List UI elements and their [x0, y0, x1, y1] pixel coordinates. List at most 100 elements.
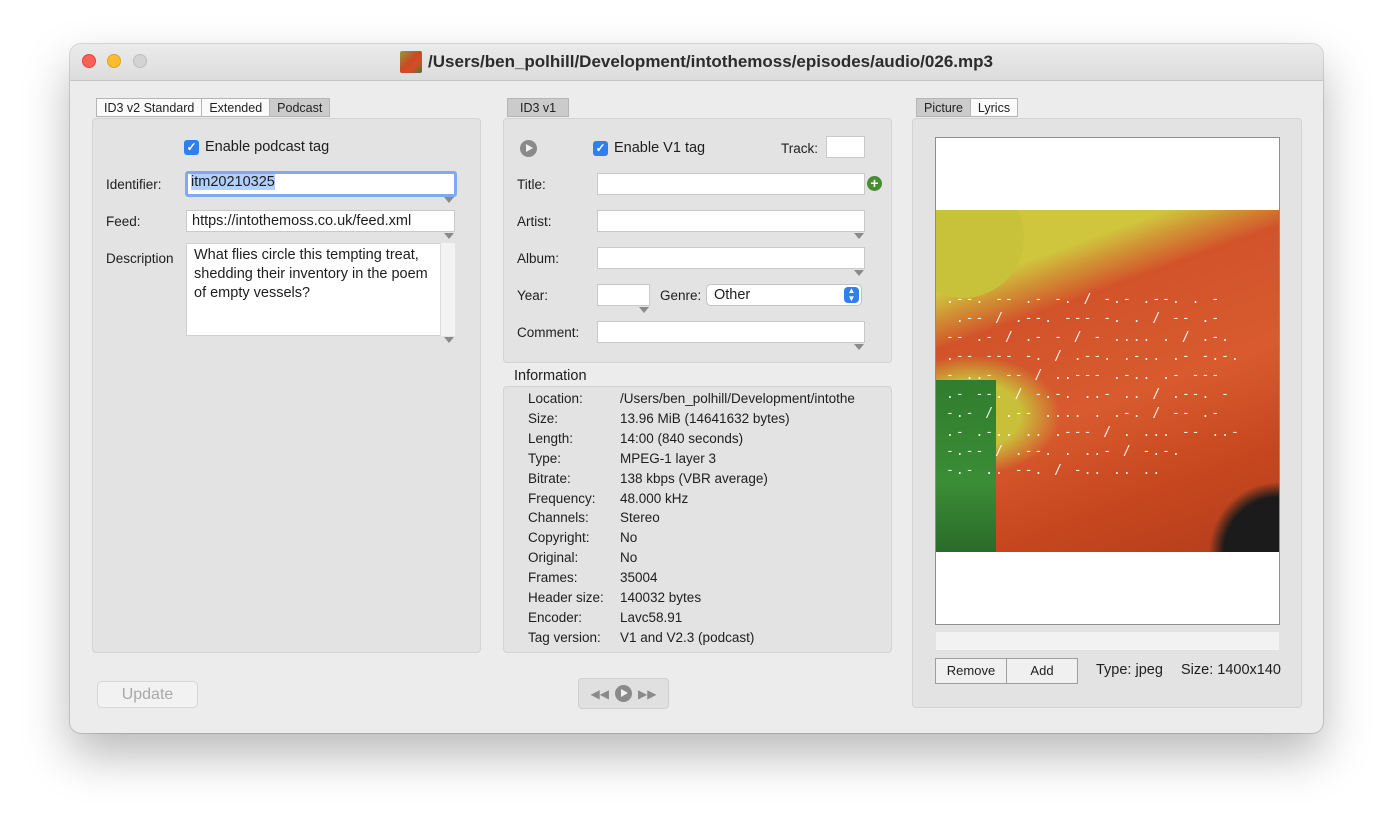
info-value: 13.96 MiB (14641632 bytes)	[620, 410, 790, 426]
title-label: Title:	[517, 177, 546, 192]
tab-podcast[interactable]: Podcast	[269, 98, 331, 117]
document-proxy-icon[interactable]	[400, 51, 423, 73]
info-key: Header size:	[528, 590, 604, 605]
genre-select[interactable]: Other ▲ ▼	[706, 284, 862, 306]
artist-label: Artist:	[517, 214, 552, 229]
feed-value: https://intothemoss.co.uk/feed.xml	[192, 213, 412, 229]
info-row: Location: /Users/ben_polhill/Development/…	[528, 389, 883, 409]
info-key: Size:	[528, 410, 559, 426]
info-value: Stereo	[620, 510, 660, 526]
title-bar[interactable]: /Users/ben_polhill/Development/intothemo…	[70, 44, 1323, 81]
comment-field[interactable]	[597, 321, 865, 343]
picture-buttons: Remove Add	[935, 658, 1078, 684]
picture-tabs: Picture Lyrics	[916, 98, 1019, 117]
year-dropdown-icon[interactable]	[639, 307, 649, 313]
identifier-field[interactable]: itm20210325	[185, 171, 457, 197]
description-label: Description	[106, 251, 174, 266]
tab-lyrics[interactable]: Lyrics	[969, 98, 1019, 117]
title-field[interactable]	[597, 173, 865, 195]
identifier-dropdown-icon[interactable]	[444, 197, 454, 203]
enable-v1-label: Enable V1 tag	[614, 140, 706, 156]
info-key: Tag version:	[528, 629, 601, 645]
remove-picture-button[interactable]: Remove	[936, 659, 1006, 683]
id3v1-panel: ✓ Enable V1 tag Track: Title: + Artist: …	[503, 118, 892, 363]
info-row: Tag version: V1 and V2.3 (podcast)	[528, 628, 883, 648]
year-label: Year:	[517, 288, 549, 303]
identifier-label: Identifier:	[106, 177, 162, 192]
info-row: Bitrate: 138 kbps (VBR average)	[528, 469, 883, 489]
enable-podcast-checkbox[interactable]: ✓	[184, 139, 199, 155]
cover-art-image: .--. -- .- -. / -.- .--. . - .-- / .--. …	[936, 210, 1279, 552]
enable-podcast-label: Enable podcast tag	[205, 139, 330, 155]
description-textarea[interactable]: What flies circle this tempting treat, s…	[186, 243, 441, 336]
feed-dropdown-icon[interactable]	[444, 233, 454, 239]
info-key: Original:	[528, 550, 579, 566]
info-value: 35004	[620, 570, 658, 586]
album-field[interactable]	[597, 247, 865, 269]
id3v1-tabs: ID3 v1	[507, 98, 570, 117]
tab-id3v2-standard[interactable]: ID3 v2 Standard	[96, 98, 203, 117]
info-key: Copyright:	[528, 530, 590, 546]
add-picture-button[interactable]: Add	[1006, 659, 1077, 683]
track-field[interactable]	[826, 136, 865, 158]
info-row: Original: No	[528, 548, 883, 568]
info-value: 14:00 (840 seconds)	[620, 430, 744, 446]
info-row: Size: 13.96 MiB (14641632 bytes)	[528, 409, 883, 429]
artist-field[interactable]	[597, 210, 865, 232]
info-row: Frequency: 48.000 kHz	[528, 489, 883, 509]
picture-type: Type: jpeg	[1096, 662, 1163, 678]
album-label: Album:	[517, 251, 560, 266]
info-key: Frequency:	[528, 490, 596, 506]
comment-dropdown-icon[interactable]	[854, 344, 864, 350]
art-morse-overlay: .--. -- .- -. / -.- .--. . - .-- / .--. …	[946, 292, 1241, 478]
genre-label: Genre:	[660, 288, 702, 303]
info-key: Channels:	[528, 510, 589, 526]
tab-picture[interactable]: Picture	[916, 98, 971, 117]
info-key: Frames:	[528, 570, 578, 586]
select-stepper-icon: ▲ ▼	[844, 287, 859, 303]
identifier-value: itm20210325	[191, 174, 275, 190]
add-title-button[interactable]: +	[867, 176, 882, 191]
picture-size: Size: 1400x140	[1181, 662, 1281, 678]
tab-id3v1[interactable]: ID3 v1	[507, 98, 570, 117]
enable-v1-checkbox[interactable]: ✓	[593, 140, 608, 156]
picture-frame[interactable]: .--. -- .- -. / -.- .--. . - .-- / .--. …	[935, 137, 1280, 625]
play-preview-icon[interactable]	[520, 140, 537, 157]
info-key: Type:	[528, 450, 562, 466]
description-value: What flies circle this tempting treat, s…	[194, 247, 428, 301]
info-row: Frames: 35004	[528, 568, 883, 588]
info-value: No	[620, 530, 638, 546]
description-dropdown-icon[interactable]	[444, 337, 454, 343]
year-field[interactable]	[597, 284, 650, 306]
description-scrollbar[interactable]	[440, 243, 455, 336]
main-window: /Users/ben_polhill/Development/intothemo…	[70, 44, 1323, 733]
enable-podcast-row[interactable]: ✓ Enable podcast tag	[184, 139, 329, 155]
info-value: No	[620, 550, 638, 566]
info-row: Encoder: Lavc58.91	[528, 608, 883, 628]
information-panel: Location: /Users/ben_polhill/Development/…	[503, 386, 892, 653]
info-value: 138 kbps (VBR average)	[620, 470, 768, 486]
album-dropdown-icon[interactable]	[854, 270, 864, 276]
play-icon[interactable]	[615, 685, 632, 702]
info-row: Length: 14:00 (840 seconds)	[528, 429, 883, 449]
enable-v1-row[interactable]: ✓ Enable V1 tag	[593, 140, 705, 156]
track-label: Track:	[781, 141, 818, 156]
info-row: Header size: 140032 bytes	[528, 588, 883, 608]
podcast-panel: ✓ Enable podcast tag Identifier: itm2021…	[92, 118, 481, 653]
feed-field[interactable]: https://intothemoss.co.uk/feed.xml	[186, 210, 455, 232]
artist-dropdown-icon[interactable]	[854, 233, 864, 239]
info-value: V1 and V2.3 (podcast)	[620, 629, 755, 645]
title-wrap: /Users/ben_polhill/Development/intothemo…	[70, 44, 1323, 80]
rewind-icon[interactable]: ◀◀	[591, 687, 609, 701]
genre-value: Other	[714, 287, 751, 303]
info-value: /Users/ben_polhill/Development/intothe	[620, 391, 855, 406]
info-value: 48.000 kHz	[620, 490, 689, 506]
info-key: Bitrate:	[528, 470, 571, 486]
tab-extended[interactable]: Extended	[201, 98, 271, 117]
fast-forward-icon[interactable]: ▶▶	[638, 687, 656, 701]
picture-info-strip	[935, 631, 1280, 651]
id3v2-tabs: ID3 v2 Standard Extended Podcast	[96, 98, 331, 117]
update-button[interactable]: Update	[97, 681, 198, 708]
window-title: /Users/ben_polhill/Development/intothemo…	[428, 52, 993, 71]
info-value: 140032 bytes	[620, 590, 702, 605]
